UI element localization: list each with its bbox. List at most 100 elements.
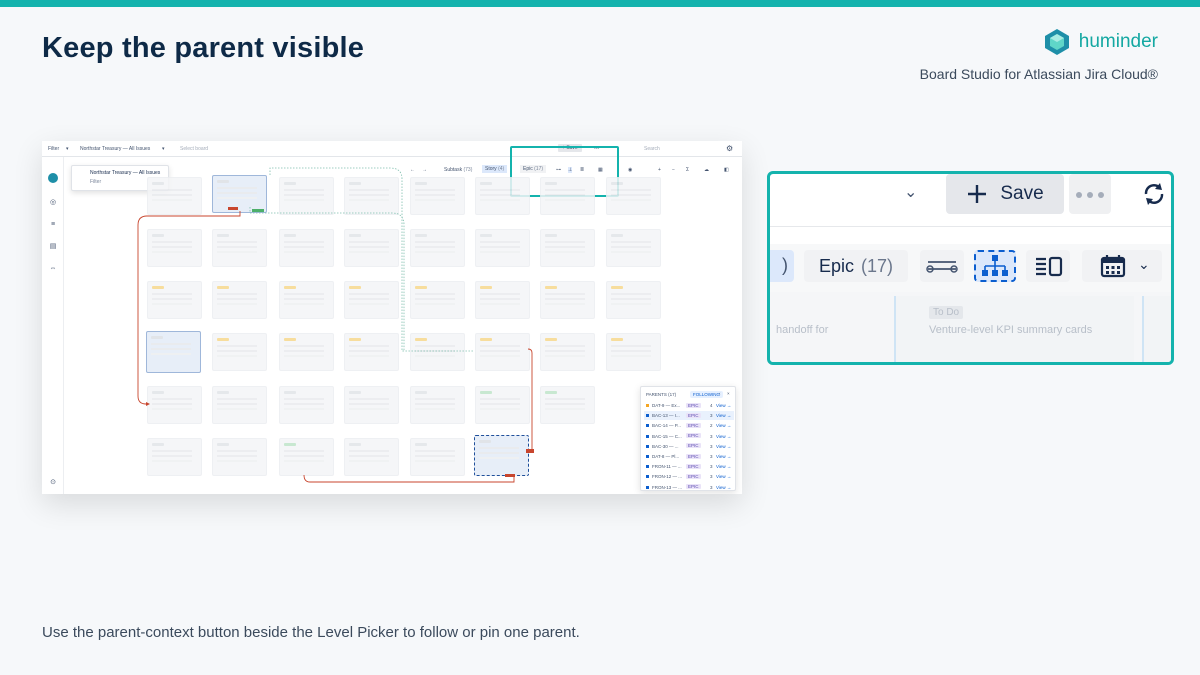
cloud-icon[interactable]: ☁ — [704, 167, 709, 173]
issue-card[interactable] — [344, 333, 399, 371]
issue-card[interactable] — [606, 281, 661, 319]
parent-context-button[interactable] — [974, 250, 1016, 282]
parent-key: FRON-13 — ... — [652, 484, 683, 490]
issue-card[interactable] — [344, 177, 399, 215]
view-link[interactable]: View → — [716, 423, 731, 428]
chevron-down-icon[interactable]: ⌄ — [1138, 256, 1150, 273]
globe-icon[interactable]: ◎ — [49, 199, 57, 207]
view-link[interactable]: View → — [716, 454, 731, 459]
issue-card[interactable] — [147, 177, 202, 215]
zoom-in-icon[interactable]: + — [658, 167, 661, 173]
issue-card[interactable] — [212, 438, 267, 476]
layout-button[interactable] — [1026, 250, 1070, 282]
issue-card[interactable] — [475, 333, 530, 371]
issue-card[interactable] — [279, 281, 334, 319]
issue-card[interactable] — [410, 386, 465, 424]
gear-icon[interactable]: ⚙ — [726, 144, 733, 153]
refresh-icon[interactable] — [1140, 180, 1168, 208]
level-story[interactable]: ) — [770, 250, 794, 282]
issue-card[interactable] — [212, 386, 267, 424]
parent-row[interactable]: BAC-30 — ... EPIC 3 View → — [644, 442, 734, 451]
issue-card[interactable] — [279, 333, 334, 371]
view-link[interactable]: View → — [716, 464, 731, 469]
chevron-left-icon[interactable]: ‹ — [719, 391, 721, 396]
eye-icon[interactable]: ◉ — [628, 167, 632, 173]
close-icon[interactable]: × — [727, 391, 730, 396]
parent-row[interactable]: FRON-13 — ... EPIC 3 View → — [644, 483, 734, 492]
view-link[interactable]: View → — [716, 434, 731, 439]
view-link[interactable]: View → — [716, 485, 731, 490]
list-icon[interactable]: ≡ — [49, 221, 57, 229]
issue-card[interactable] — [279, 386, 334, 424]
issue-card[interactable] — [475, 386, 530, 424]
issue-card[interactable] — [475, 281, 530, 319]
view-link[interactable]: View → — [716, 413, 731, 418]
issue-card[interactable] — [540, 177, 595, 215]
view-link[interactable]: View → — [716, 444, 731, 449]
save-button[interactable]: Save — [946, 174, 1064, 214]
connector-button[interactable] — [920, 250, 964, 282]
back-arrow-icon[interactable]: ← — [410, 167, 415, 173]
more-icon[interactable] — [1069, 174, 1111, 214]
issue-card[interactable] — [410, 177, 465, 215]
issue-card[interactable] — [540, 281, 595, 319]
level-subtask[interactable]: Subtask (73) — [444, 167, 472, 173]
search-input[interactable]: Search — [644, 146, 660, 152]
slide-caption: Use the parent-context button beside the… — [42, 624, 580, 641]
parent-row[interactable]: BAC-13 — I... EPIC 3 View → — [644, 411, 734, 421]
issue-card[interactable] — [606, 177, 661, 215]
help-icon[interactable]: ⊙ — [49, 479, 57, 487]
level-story[interactable]: Story (4) — [482, 165, 508, 173]
issue-card[interactable] — [212, 229, 267, 267]
issue-card[interactable] — [410, 281, 465, 319]
issue-card[interactable] — [606, 333, 661, 371]
panel-icon[interactable]: ◧ — [724, 167, 729, 173]
issue-card[interactable] — [540, 386, 595, 424]
issue-card-pinned[interactable] — [474, 435, 529, 476]
board-icon[interactable]: ▤ — [49, 243, 57, 251]
issue-card[interactable] — [212, 333, 267, 371]
board-name[interactable]: Northstar Treasury — All Issues — [80, 146, 150, 152]
issue-card[interactable] — [344, 281, 399, 319]
issue-card[interactable] — [540, 229, 595, 267]
issue-card[interactable] — [540, 333, 595, 371]
issue-card[interactable] — [606, 229, 661, 267]
zoom-out-icon[interactable]: − — [672, 167, 675, 173]
parent-row[interactable]: BAC-15 — C... EPIC 3 View → — [644, 432, 734, 441]
parent-row[interactable]: DAT-8 — Pl... EPIC 3 View → — [644, 452, 734, 461]
issue-card[interactable] — [475, 229, 530, 267]
issue-card[interactable] — [147, 281, 202, 319]
chevron-down-icon[interactable]: ⌄ — [904, 182, 917, 202]
issue-card[interactable] — [279, 438, 334, 476]
issue-card[interactable] — [344, 229, 399, 267]
view-link[interactable]: View → — [716, 403, 731, 408]
issue-card[interactable] — [410, 229, 465, 267]
calendar-button[interactable]: ⌄ — [1082, 250, 1162, 282]
issue-card[interactable] — [212, 281, 267, 319]
issue-card-selected[interactable] — [212, 175, 267, 213]
parent-row[interactable]: FRON-12 — ... EPIC 3 View → — [644, 472, 734, 481]
forward-arrow-icon[interactable]: → — [422, 167, 427, 173]
issue-card[interactable] — [147, 386, 202, 424]
parent-row[interactable]: FRON-11 — ... EPIC 3 View → — [644, 462, 734, 471]
parent-key: FRON-11 — ... — [652, 464, 682, 470]
issue-card[interactable] — [410, 438, 465, 476]
issue-card[interactable] — [279, 229, 334, 267]
select-board-input[interactable]: Select board — [180, 146, 208, 152]
filter-dropdown[interactable]: Filter — [48, 146, 59, 152]
link-icon[interactable]: ⇔ — [49, 265, 57, 273]
fit-icon[interactable]: Σ — [686, 167, 689, 173]
issue-card[interactable] — [279, 177, 334, 215]
issue-card[interactable] — [147, 229, 202, 267]
parent-row[interactable]: BAC-14 — P... EPIC 2 View → — [644, 421, 734, 430]
level-epic[interactable]: Epic (17) — [804, 250, 908, 282]
view-link[interactable]: View → — [716, 474, 731, 479]
filter-popover-title[interactable]: Northstar Treasury — All Issues — [90, 170, 168, 176]
issue-card[interactable] — [147, 438, 202, 476]
issue-card[interactable] — [475, 177, 530, 215]
issue-card-selected[interactable] — [146, 331, 201, 373]
parent-row[interactable]: DAT-9 — Ex... EPIC 4 View → — [644, 401, 734, 410]
issue-card[interactable] — [344, 438, 399, 476]
issue-card[interactable] — [344, 386, 399, 424]
issue-card[interactable] — [410, 333, 465, 371]
